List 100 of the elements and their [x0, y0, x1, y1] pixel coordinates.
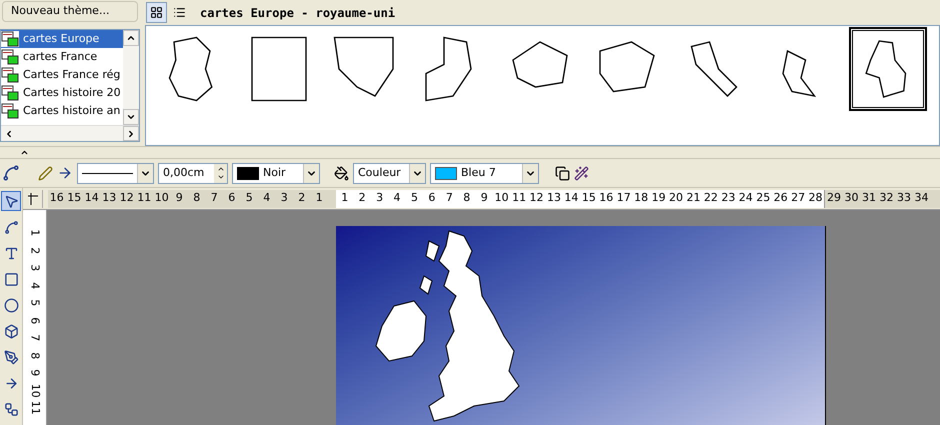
gallery-title: cartes Europe - royaume-uni — [200, 4, 396, 22]
ruler-number: 27 — [790, 190, 806, 206]
tool-button[interactable] — [1, 191, 21, 211]
line-color-dropdown[interactable]: Noir — [232, 162, 320, 184]
ruler-number: 10 — [494, 190, 510, 206]
ruler-number: 21 — [685, 190, 702, 206]
spinner-icon[interactable] — [214, 164, 227, 182]
ruler-number: 28 — [808, 190, 824, 206]
theme-label: Cartes France rég — [23, 66, 120, 83]
select-tool-icon — [4, 194, 18, 208]
ruler-number: 12 — [528, 190, 545, 206]
theme-item[interactable]: cartes France — [1, 48, 123, 66]
line-preview-icon — [82, 172, 133, 174]
ruler-number: 32 — [878, 190, 894, 206]
points-icon[interactable] — [2, 164, 20, 182]
ruler-number: 26 — [772, 190, 789, 206]
ruler-number: 1 — [28, 229, 43, 236]
ruler-number: 25 — [755, 190, 772, 206]
theme-label: Cartes histoire 20 — [23, 84, 121, 101]
arrow-style-icon[interactable] — [57, 165, 73, 181]
ruler-number: 7 — [444, 190, 454, 206]
cube-tool-icon — [4, 324, 18, 338]
theme-label: cartes Europe — [23, 30, 100, 47]
list-icon — [173, 6, 186, 19]
ruler-number: 4 — [262, 190, 272, 206]
new-theme-button[interactable]: Nouveau thème... — [2, 1, 138, 22]
color-swatch — [237, 166, 259, 180]
map-thumbnail[interactable] — [850, 28, 926, 110]
ruler-number: 6 — [227, 190, 236, 206]
ruler-number: 11 — [28, 400, 43, 415]
ellipse-tool-icon — [4, 298, 18, 312]
ruler-number: 9 — [28, 369, 43, 376]
line-width-value: 0,00cm — [162, 164, 206, 181]
ruler-number: 23 — [720, 190, 736, 206]
ruler-number: 16 — [48, 190, 65, 206]
ruler-number: 1 — [340, 190, 350, 206]
ruler-number: 14 — [563, 190, 580, 206]
ruler-number: 13 — [101, 190, 118, 206]
ruler-number: 13 — [546, 190, 562, 206]
ruler-number: 5 — [28, 299, 43, 306]
grid-icon — [150, 6, 163, 19]
ruler-number: 9 — [480, 190, 489, 206]
view-toggle[interactable] — [146, 2, 167, 23]
ruler-number: 24 — [738, 190, 754, 206]
line-tool-icon — [4, 376, 18, 390]
theme-item[interactable]: cartes Europe — [1, 30, 123, 48]
area-color-label: Bleu 7 — [461, 164, 496, 181]
ruler-number: 8 — [462, 190, 472, 206]
ruler-number: 30 — [844, 190, 860, 206]
paint-bucket-icon[interactable] — [334, 166, 349, 180]
line-style-dropdown[interactable] — [77, 162, 154, 184]
ruler-number: 2 — [297, 190, 306, 206]
theme-item[interactable]: Cartes histoire an — [1, 102, 123, 120]
scroll-down-icon[interactable] — [123, 109, 139, 125]
ruler-number: 1 — [314, 190, 324, 206]
ruler-number: 6 — [28, 316, 43, 324]
ruler-number: 9 — [174, 190, 184, 206]
scroll-right-icon[interactable] — [123, 126, 139, 141]
ruler-number: 4 — [28, 282, 43, 289]
ruler-number: 3 — [280, 190, 289, 206]
color-swatch — [435, 166, 457, 180]
theme-label: Cartes histoire an — [23, 102, 120, 119]
ruler-number: 3 — [28, 264, 43, 272]
theme-item[interactable]: Cartes France rég — [1, 66, 123, 84]
ruler-number: 33 — [896, 190, 912, 206]
ruler-number: 11 — [511, 190, 528, 206]
text-tool-icon — [4, 246, 18, 260]
rect-tool-icon — [4, 272, 18, 286]
collapse-icon[interactable] — [20, 148, 29, 157]
theme-item[interactable]: Cartes histoire 20 — [1, 84, 123, 102]
line-width-field[interactable]: 0,00cm — [158, 162, 228, 184]
ruler-number: 14 — [84, 190, 100, 206]
ruler-number: 15 — [580, 190, 597, 206]
ruler-number: 2 — [28, 246, 43, 254]
ruler-number: 34 — [914, 190, 930, 206]
ruler-number: 16 — [598, 190, 614, 206]
ruler-number: 3 — [375, 190, 384, 206]
ruler-number: 12 — [118, 190, 135, 206]
ruler-number: 15 — [66, 190, 82, 206]
scroll-up-icon[interactable] — [123, 30, 139, 46]
area-color-dropdown[interactable]: Bleu 7 — [430, 162, 539, 184]
ruler-number: 5 — [410, 190, 419, 206]
ruler-number: 11 — [136, 190, 152, 206]
ruler-number: 7 — [28, 334, 43, 342]
ruler-number: 22 — [702, 190, 719, 206]
ruler-number: 8 — [192, 190, 202, 206]
ruler-number: 19 — [650, 190, 667, 206]
pen-icon[interactable] — [38, 166, 53, 180]
area-style-dropdown[interactable]: Couleur — [353, 162, 426, 184]
ruler-number: 5 — [244, 190, 254, 206]
line-color-label: Noir — [263, 164, 286, 181]
wand-icon[interactable] — [574, 166, 589, 180]
area-style-label: Couleur — [358, 164, 401, 181]
ruler-number: 10 — [28, 383, 43, 398]
ruler-number: 7 — [210, 190, 219, 206]
theme-label: cartes France — [23, 48, 98, 65]
curve-tool-icon — [4, 220, 18, 234]
ruler-number: 8 — [28, 352, 43, 359]
ruler-number: 31 — [861, 190, 877, 206]
ruler-number: 17 — [616, 190, 632, 206]
